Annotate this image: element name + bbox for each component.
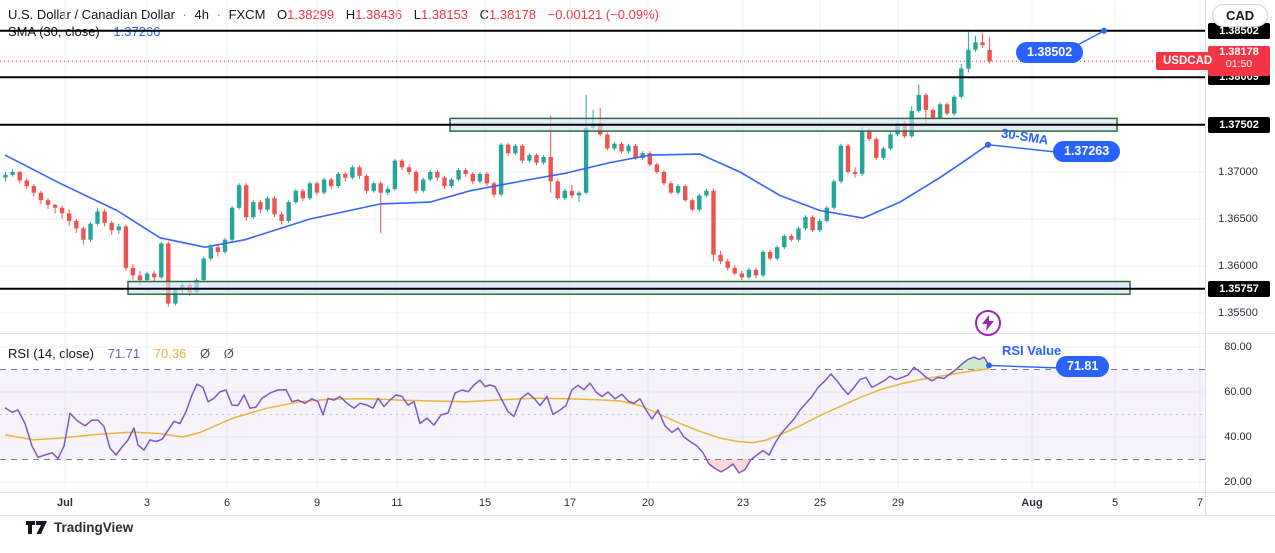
time-axis[interactable]: Jul 3 6 9 11 15 17 20 23 25 29 Aug 5 7 (0, 493, 1205, 515)
time-tick-label: 29 (891, 497, 905, 509)
time-tick-label: 3 (143, 497, 151, 509)
level-callout[interactable]: 1.38502 (1016, 42, 1084, 63)
symbol-price-badge: USDCAD (1156, 52, 1220, 70)
pane-divider[interactable] (0, 333, 1275, 334)
rsi-tick-label: 20.00 (1224, 476, 1252, 488)
time-tick-label: Jul (57, 497, 73, 509)
tradingview-attribution[interactable]: TradingView (26, 520, 133, 535)
tradingview-wordmark: TradingView (54, 520, 134, 535)
rsi-tick-label: 60.00 (1224, 386, 1252, 398)
bottom-border (0, 515, 1275, 516)
time-tick-label: 11 (391, 497, 403, 509)
time-tick-label: 5 (1111, 497, 1119, 509)
price-tick-label: 1.37000 (1218, 166, 1258, 178)
quick-action-lightning-icon[interactable] (975, 310, 1001, 336)
time-tick-label: 20 (641, 497, 655, 509)
price-tick-label: 1.36500 (1218, 213, 1258, 225)
rsi-tick-label: 40.00 (1224, 431, 1252, 443)
tradingview-logo-icon (26, 520, 47, 535)
sma-callout[interactable]: 1.37263 (1053, 141, 1121, 162)
rsi-note-label[interactable]: RSI Value (1002, 343, 1061, 358)
price-axis[interactable]: 1.37000 1.36500 1.36000 1.35500 80.00 60.00 40… (1206, 0, 1275, 515)
rsi-callout[interactable]: 71.81 (1056, 356, 1110, 377)
time-tick-label: 17 (563, 497, 577, 509)
currency-button[interactable]: CAD (1212, 4, 1269, 27)
level-price-label: 1.35757 (1208, 280, 1270, 297)
price-tick-label: 1.36000 (1218, 260, 1258, 272)
time-tick-label: 7 (1196, 497, 1204, 509)
level-price-label: 1.37502 (1208, 116, 1270, 133)
time-tick-label: 9 (313, 497, 321, 509)
chart-canvas[interactable] (0, 0, 1275, 553)
rsi-tick-label: 80.00 (1224, 341, 1252, 353)
time-tick-label: 15 (478, 497, 492, 509)
trading-chart-window: U.S. Dollar / Canadian Dollar · 4h · FXC… (0, 0, 1275, 553)
time-tick-label: 23 (736, 497, 750, 509)
time-tick-label: 25 (813, 497, 827, 509)
time-tick-label: Aug (1021, 497, 1043, 509)
price-tick-label: 1.35500 (1218, 307, 1258, 319)
time-tick-label: 6 (223, 497, 231, 509)
